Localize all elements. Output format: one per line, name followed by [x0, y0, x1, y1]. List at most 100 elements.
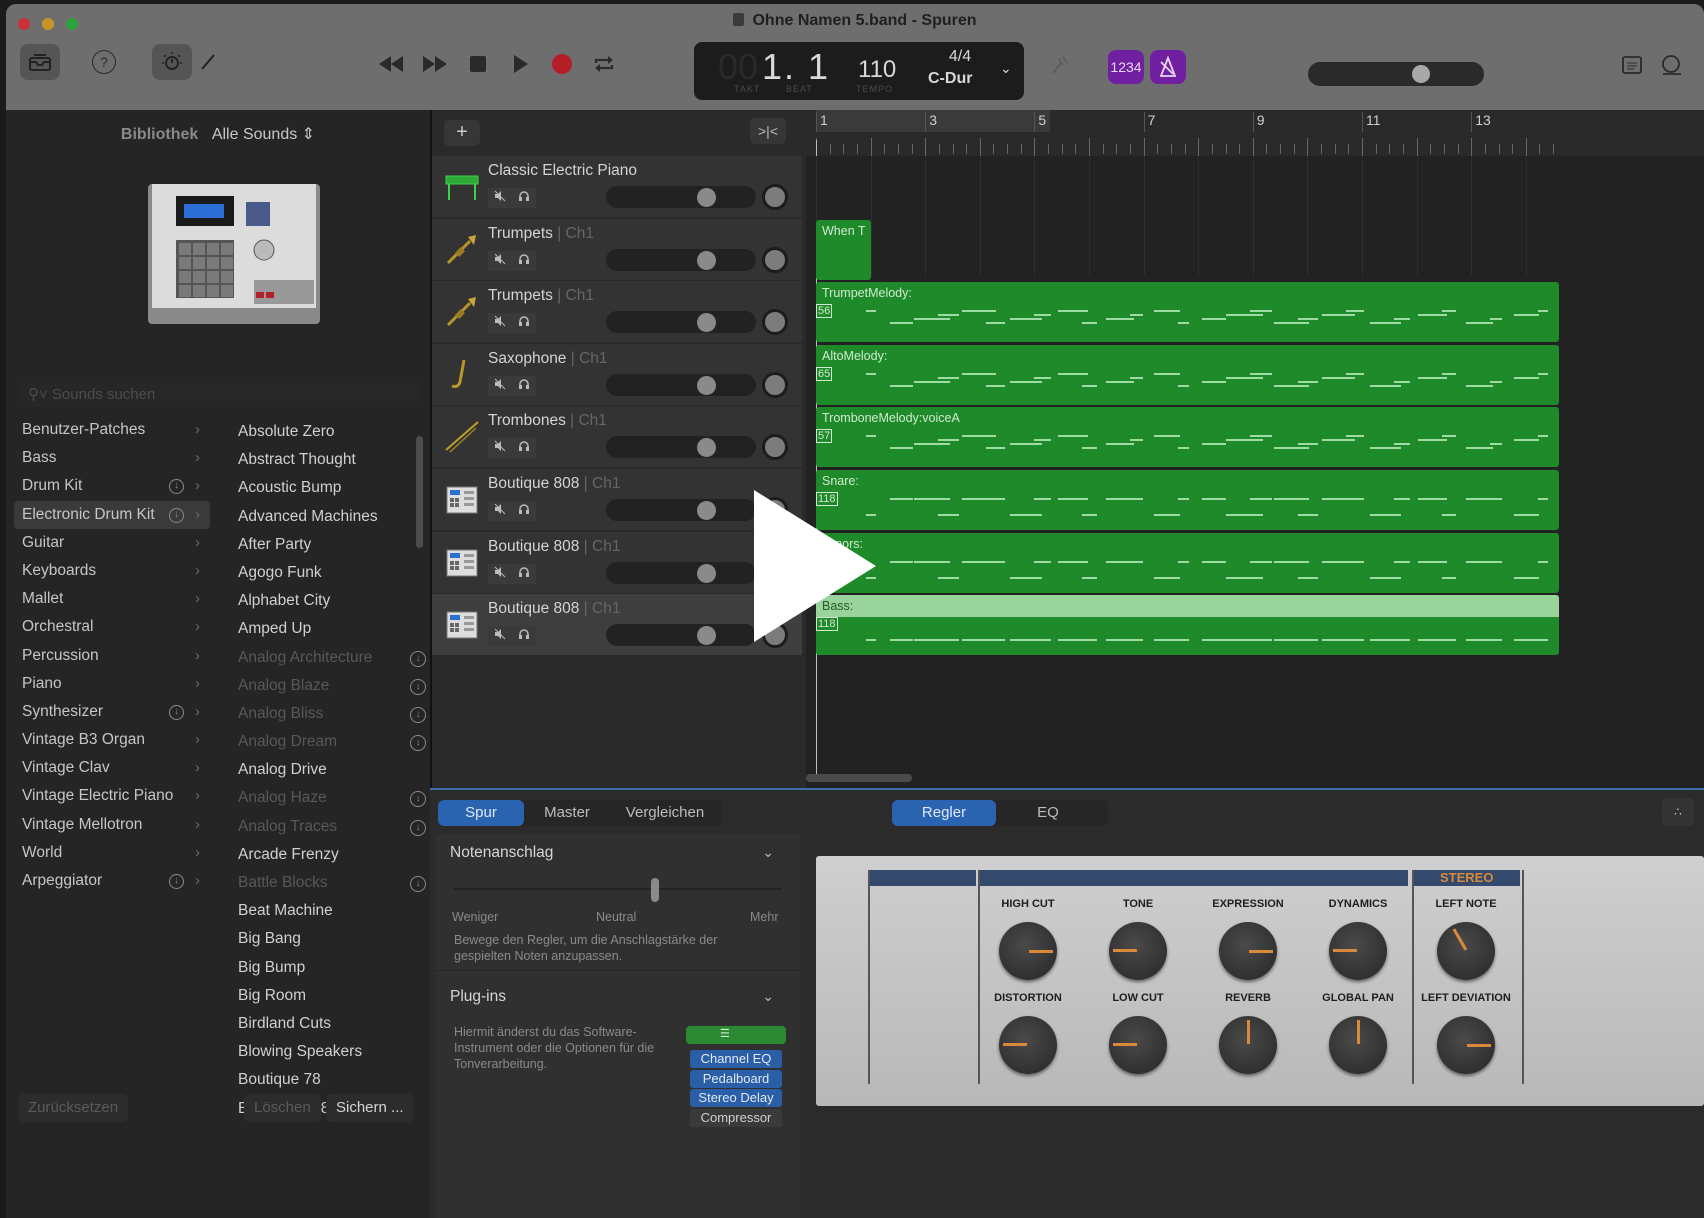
velocity-slider[interactable]	[454, 888, 782, 890]
catch-playhead-button[interactable]: >|<	[750, 118, 786, 144]
region[interactable]: AltoMelody: 65	[816, 344, 1559, 405]
category-item[interactable]: Drum Kit ↓ ›	[14, 472, 210, 500]
solo-button[interactable]	[512, 501, 536, 521]
download-icon[interactable]: ↓	[410, 706, 426, 723]
patch-item[interactable]: Analog Dream ↓	[220, 728, 426, 756]
record-button[interactable]	[550, 52, 574, 76]
track-header[interactable]: Boutique 808 | Ch1	[432, 469, 802, 531]
plugin-slot[interactable]: Stereo Delay	[690, 1089, 782, 1107]
knob-low-cut[interactable]	[1109, 1016, 1167, 1074]
category-item[interactable]: Piano ›	[14, 670, 210, 698]
mute-button[interactable]	[488, 250, 512, 271]
region[interactable]: Tenors:	[816, 532, 1559, 593]
track-volume-slider[interactable]	[606, 561, 756, 584]
notes-button[interactable]	[1620, 54, 1644, 76]
category-item[interactable]: Guitar ›	[14, 529, 210, 557]
patch-item[interactable]: Big Bang	[220, 925, 416, 953]
track-volume-slider[interactable]	[606, 624, 756, 647]
patch-item[interactable]: Analog Blaze ↓	[220, 672, 426, 700]
patch-item[interactable]: Abstract Thought	[220, 446, 416, 474]
download-icon[interactable]: ↓	[410, 735, 426, 752]
knob-dynamics[interactable]	[1329, 922, 1387, 980]
track-volume-slider[interactable]	[606, 373, 756, 396]
patch-item[interactable]: Amped Up	[220, 615, 416, 643]
solo-button[interactable]	[512, 188, 536, 208]
master-volume-slider[interactable]	[1308, 62, 1484, 86]
category-item[interactable]: Arpeggiator ↓ ›	[14, 867, 210, 895]
tab-master[interactable]: Master	[524, 800, 610, 826]
patch-item[interactable]: Analog Architecture ↓	[220, 644, 426, 672]
mute-button[interactable]	[488, 313, 512, 334]
add-track-button[interactable]: +	[444, 120, 480, 146]
mute-button[interactable]	[488, 563, 512, 584]
patch-item[interactable]: Battle Blocks ↓	[220, 869, 426, 897]
video-play-overlay-icon[interactable]	[754, 490, 876, 642]
track-volume-knob[interactable]	[697, 626, 716, 646]
patch-item[interactable]: Analog Traces ↓	[220, 813, 426, 841]
patch-item[interactable]: Agogo Funk	[220, 559, 416, 587]
knob-left-note[interactable]	[1437, 922, 1495, 980]
patch-item[interactable]: Big Room	[220, 982, 416, 1010]
chevron-down-icon[interactable]: ⌄	[762, 988, 774, 1005]
category-item[interactable]: Vintage Electric Piano ›	[14, 782, 210, 810]
cycle-button[interactable]	[592, 52, 616, 76]
region[interactable]: TrumpetMelody: 56	[816, 282, 1559, 343]
patch-item[interactable]: Alphabet City	[220, 587, 416, 615]
editor-button[interactable]	[198, 52, 218, 72]
track-pan-knob[interactable]	[762, 184, 788, 210]
patch-item[interactable]: Analog Haze ↓	[220, 784, 426, 812]
category-item[interactable]: Bass ›	[14, 444, 210, 472]
track-pan-knob[interactable]	[762, 309, 788, 336]
category-item[interactable]: Mallet ›	[14, 585, 210, 613]
track-volume-knob[interactable]	[697, 375, 716, 395]
patch-item[interactable]: Analog Bliss ↓	[220, 700, 426, 728]
track-volume-slider[interactable]	[606, 311, 756, 334]
inspector-toggle-button[interactable]: ∴	[1662, 798, 1694, 826]
plugin-slot[interactable]: Compressor	[690, 1108, 782, 1127]
download-icon[interactable]: ↓	[410, 678, 426, 695]
track-volume-slider[interactable]	[606, 186, 756, 208]
plugin-slot[interactable]: Pedalboard	[690, 1069, 782, 1088]
category-item[interactable]: Vintage Clav ›	[14, 754, 210, 782]
region[interactable]: Bass: 118	[816, 595, 1559, 656]
mute-button[interactable]	[488, 501, 512, 521]
patch-item[interactable]: Advanced Machines	[220, 503, 416, 531]
tab-eq[interactable]: EQ	[996, 800, 1100, 826]
category-item[interactable]: Synthesizer ↓ ›	[14, 698, 210, 726]
category-item[interactable]: Percussion ›	[14, 642, 210, 670]
track-pan-knob[interactable]	[762, 434, 788, 461]
tab-spur[interactable]: Spur	[438, 800, 524, 826]
patch-item[interactable]: Acoustic Bump	[220, 474, 416, 502]
track-volume-knob[interactable]	[697, 563, 716, 583]
play-button[interactable]	[510, 54, 530, 74]
tab-regler[interactable]: Regler	[892, 800, 996, 826]
track-volume-knob[interactable]	[697, 250, 716, 270]
category-item[interactable]: Keyboards ›	[14, 557, 210, 585]
tuner-button[interactable]	[1048, 52, 1072, 76]
help-button[interactable]: ?	[92, 50, 116, 74]
solo-button[interactable]	[512, 438, 536, 459]
track-header[interactable]: Classic Electric Piano	[432, 156, 802, 218]
track-volume-slider[interactable]	[606, 248, 756, 271]
mute-button[interactable]	[488, 188, 512, 208]
library-filter-select[interactable]: Alle Sounds ⇕	[212, 126, 315, 143]
mute-button[interactable]	[488, 626, 512, 647]
patch-item[interactable]: Boutique 78	[220, 1066, 416, 1094]
track-volume-slider[interactable]	[606, 499, 756, 521]
download-icon[interactable]: ↓	[169, 704, 184, 720]
patch-item[interactable]: Birdland Cuts	[220, 1010, 416, 1038]
instrument-plugin-slot[interactable]: ☰	[686, 1026, 786, 1044]
patch-item[interactable]: Big Bump	[220, 954, 416, 982]
velocity-slider-knob[interactable]	[650, 878, 659, 902]
category-item[interactable]: Benutzer-Patches ›	[14, 416, 210, 444]
patch-item[interactable]: Arcade Frenzy	[220, 841, 416, 869]
region[interactable]: Snare: 118	[816, 470, 1559, 530]
solo-button[interactable]	[512, 250, 536, 271]
track-header[interactable]: Saxophone | Ch1	[432, 343, 802, 406]
delete-button[interactable]: Löschen	[244, 1094, 321, 1122]
knob-distortion[interactable]	[999, 1016, 1057, 1074]
download-icon[interactable]: ↓	[410, 650, 426, 667]
knob-global-pan[interactable]	[1329, 1016, 1387, 1074]
stop-button[interactable]	[468, 54, 488, 74]
patch-item[interactable]: Absolute Zero	[220, 418, 416, 446]
